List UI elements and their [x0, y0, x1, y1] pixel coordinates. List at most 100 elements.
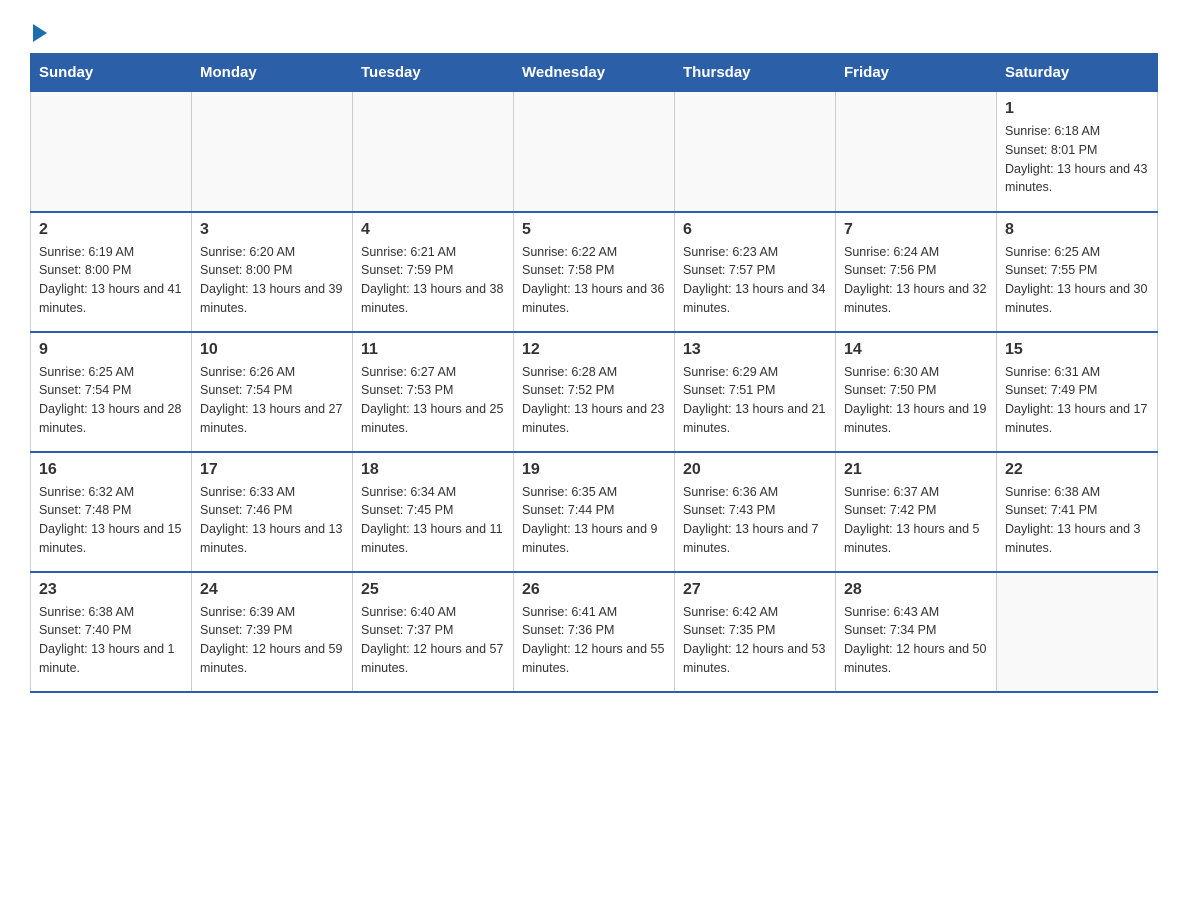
- day-number: 27: [683, 581, 827, 599]
- table-row: 6 Sunrise: 6:23 AM Sunset: 7:57 PM Daylig…: [675, 212, 836, 332]
- day-info: Sunrise: 6:37 AM Sunset: 7:42 PM Dayligh…: [844, 483, 988, 558]
- table-row: 11 Sunrise: 6:27 AM Sunset: 7:53 PM Dayli…: [353, 332, 514, 452]
- day-info: Sunrise: 6:22 AM Sunset: 7:58 PM Dayligh…: [522, 243, 666, 318]
- col-wednesday: Wednesday: [514, 54, 675, 92]
- table-row: 12 Sunrise: 6:28 AM Sunset: 7:52 PM Dayli…: [514, 332, 675, 452]
- calendar-week-row: 23 Sunrise: 6:38 AM Sunset: 7:40 PM Dayli…: [31, 572, 1158, 692]
- table-row: 25 Sunrise: 6:40 AM Sunset: 7:37 PM Dayli…: [353, 572, 514, 692]
- table-row: [31, 92, 192, 212]
- day-info: Sunrise: 6:38 AM Sunset: 7:40 PM Dayligh…: [39, 603, 183, 678]
- calendar-week-row: 1 Sunrise: 6:18 AM Sunset: 8:01 PM Daylig…: [31, 92, 1158, 212]
- day-number: 18: [361, 461, 505, 479]
- table-row: [353, 92, 514, 212]
- col-friday: Friday: [836, 54, 997, 92]
- day-number: 16: [39, 461, 183, 479]
- day-number: 11: [361, 341, 505, 359]
- table-row: 26Sunrise: 6:41 AM Sunset: 7:36 PM Dayli…: [514, 572, 675, 692]
- table-row: 21 Sunrise: 6:37 AM Sunset: 7:42 PM Dayli…: [836, 452, 997, 572]
- day-info: Sunrise: 6:28 AM Sunset: 7:52 PM Dayligh…: [522, 363, 666, 438]
- table-row: 1 Sunrise: 6:18 AM Sunset: 8:01 PM Daylig…: [997, 92, 1158, 212]
- day-info: Sunrise: 6:30 AM Sunset: 7:50 PM Dayligh…: [844, 363, 988, 438]
- table-row: 8 Sunrise: 6:25 AM Sunset: 7:55 PM Daylig…: [997, 212, 1158, 332]
- day-number: 21: [844, 461, 988, 479]
- calendar-week-row: 2 Sunrise: 6:19 AM Sunset: 8:00 PM Daylig…: [31, 212, 1158, 332]
- day-info: Sunrise: 6:31 AM Sunset: 7:49 PM Dayligh…: [1005, 363, 1149, 438]
- day-number: 1: [1005, 100, 1149, 118]
- day-info: Sunrise: 6:34 AM Sunset: 7:45 PM Dayligh…: [361, 483, 505, 558]
- day-number: 2: [39, 221, 183, 239]
- table-row: [997, 572, 1158, 692]
- col-saturday: Saturday: [997, 54, 1158, 92]
- day-number: 9: [39, 341, 183, 359]
- day-number: 13: [683, 341, 827, 359]
- day-info: Sunrise: 6:36 AM Sunset: 7:43 PM Dayligh…: [683, 483, 827, 558]
- day-info: Sunrise: 6:24 AM Sunset: 7:56 PM Dayligh…: [844, 243, 988, 318]
- table-row: 10 Sunrise: 6:26 AM Sunset: 7:54 PM Dayli…: [192, 332, 353, 452]
- day-number: 6: [683, 221, 827, 239]
- day-info: Sunrise: 6:18 AM Sunset: 8:01 PM Dayligh…: [1005, 122, 1149, 197]
- day-info: Sunrise: 6:40 AM Sunset: 7:37 PM Dayligh…: [361, 603, 505, 678]
- day-number: 23: [39, 581, 183, 599]
- logo: [30, 20, 47, 38]
- table-row: 27 Sunrise: 6:42 AM Sunset: 7:35 PM Dayli…: [675, 572, 836, 692]
- day-number: 22: [1005, 461, 1149, 479]
- day-number: 3: [200, 221, 344, 239]
- day-number: 7: [844, 221, 988, 239]
- day-number: 10: [200, 341, 344, 359]
- day-number: 12: [522, 341, 666, 359]
- day-info: Sunrise: 6:19 AM Sunset: 8:00 PM Dayligh…: [39, 243, 183, 318]
- day-info: Sunrise: 6:42 AM Sunset: 7:35 PM Dayligh…: [683, 603, 827, 678]
- day-number: 14: [844, 341, 988, 359]
- day-number: 19: [522, 461, 666, 479]
- day-info: Sunrise: 6:25 AM Sunset: 7:54 PM Dayligh…: [39, 363, 183, 438]
- table-row: 23 Sunrise: 6:38 AM Sunset: 7:40 PM Dayli…: [31, 572, 192, 692]
- table-row: 13 Sunrise: 6:29 AM Sunset: 7:51 PM Dayli…: [675, 332, 836, 452]
- col-tuesday: Tuesday: [353, 54, 514, 92]
- page-header: [30, 20, 1158, 38]
- calendar-week-row: 16 Sunrise: 6:32 AM Sunset: 7:48 PM Dayli…: [31, 452, 1158, 572]
- day-info: Sunrise: 6:43 AM Sunset: 7:34 PM Dayligh…: [844, 603, 988, 678]
- day-info: Sunrise: 6:39 AM Sunset: 7:39 PM Dayligh…: [200, 603, 344, 678]
- table-row: 7 Sunrise: 6:24 AM Sunset: 7:56 PM Daylig…: [836, 212, 997, 332]
- day-info: Sunrise: 6:25 AM Sunset: 7:55 PM Dayligh…: [1005, 243, 1149, 318]
- table-row: 17Sunrise: 6:33 AM Sunset: 7:46 PM Dayli…: [192, 452, 353, 572]
- table-row: 22 Sunrise: 6:38 AM Sunset: 7:41 PM Dayli…: [997, 452, 1158, 572]
- day-info: Sunrise: 6:20 AM Sunset: 8:00 PM Dayligh…: [200, 243, 344, 318]
- day-info: Sunrise: 6:35 AM Sunset: 7:44 PM Dayligh…: [522, 483, 666, 558]
- day-info: Sunrise: 6:21 AM Sunset: 7:59 PM Dayligh…: [361, 243, 505, 318]
- table-row: 15Sunrise: 6:31 AM Sunset: 7:49 PM Dayli…: [997, 332, 1158, 452]
- table-row: 18 Sunrise: 6:34 AM Sunset: 7:45 PM Dayli…: [353, 452, 514, 572]
- day-number: 25: [361, 581, 505, 599]
- col-monday: Monday: [192, 54, 353, 92]
- table-row: 3 Sunrise: 6:20 AM Sunset: 8:00 PM Daylig…: [192, 212, 353, 332]
- day-info: Sunrise: 6:29 AM Sunset: 7:51 PM Dayligh…: [683, 363, 827, 438]
- table-row: 9 Sunrise: 6:25 AM Sunset: 7:54 PM Daylig…: [31, 332, 192, 452]
- table-row: [514, 92, 675, 212]
- table-row: 16 Sunrise: 6:32 AM Sunset: 7:48 PM Dayli…: [31, 452, 192, 572]
- table-row: 5 Sunrise: 6:22 AM Sunset: 7:58 PM Daylig…: [514, 212, 675, 332]
- table-row: 24 Sunrise: 6:39 AM Sunset: 7:39 PM Dayli…: [192, 572, 353, 692]
- day-info: Sunrise: 6:27 AM Sunset: 7:53 PM Dayligh…: [361, 363, 505, 438]
- day-info: Sunrise: 6:38 AM Sunset: 7:41 PM Dayligh…: [1005, 483, 1149, 558]
- col-thursday: Thursday: [675, 54, 836, 92]
- table-row: 28 Sunrise: 6:43 AM Sunset: 7:34 PM Dayli…: [836, 572, 997, 692]
- day-number: 4: [361, 221, 505, 239]
- day-number: 24: [200, 581, 344, 599]
- table-row: [836, 92, 997, 212]
- day-number: 5: [522, 221, 666, 239]
- table-row: 14 Sunrise: 6:30 AM Sunset: 7:50 PM Dayli…: [836, 332, 997, 452]
- calendar-header-row: Sunday Monday Tuesday Wednesday Thursday…: [31, 54, 1158, 92]
- table-row: [675, 92, 836, 212]
- day-number: 8: [1005, 221, 1149, 239]
- table-row: 19 Sunrise: 6:35 AM Sunset: 7:44 PM Dayli…: [514, 452, 675, 572]
- table-row: 2 Sunrise: 6:19 AM Sunset: 8:00 PM Daylig…: [31, 212, 192, 332]
- calendar-table: Sunday Monday Tuesday Wednesday Thursday…: [30, 53, 1158, 693]
- day-info: Sunrise: 6:32 AM Sunset: 7:48 PM Dayligh…: [39, 483, 183, 558]
- col-sunday: Sunday: [31, 54, 192, 92]
- day-info: Sunrise: 6:33 AM Sunset: 7:46 PM Dayligh…: [200, 483, 344, 558]
- calendar-week-row: 9 Sunrise: 6:25 AM Sunset: 7:54 PM Daylig…: [31, 332, 1158, 452]
- table-row: [192, 92, 353, 212]
- day-info: Sunrise: 6:23 AM Sunset: 7:57 PM Dayligh…: [683, 243, 827, 318]
- day-number: 28: [844, 581, 988, 599]
- day-info: Sunrise: 6:26 AM Sunset: 7:54 PM Dayligh…: [200, 363, 344, 438]
